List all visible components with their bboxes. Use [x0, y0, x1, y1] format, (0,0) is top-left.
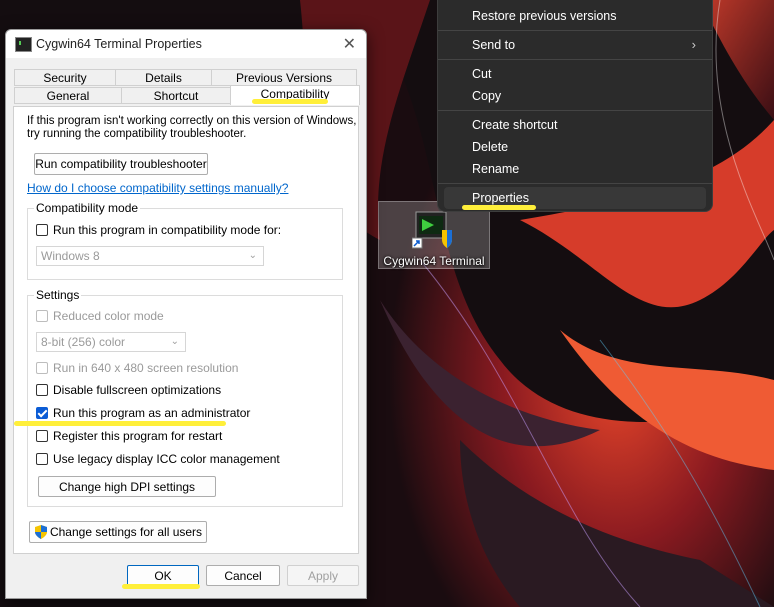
menu-item-rename[interactable]: Rename	[444, 158, 706, 180]
res-640-checkbox[interactable]	[36, 362, 48, 374]
highlight-marker	[252, 99, 328, 104]
tab-details[interactable]: Details	[115, 69, 212, 86]
menu-item-send-to[interactable]: Send to ›	[444, 34, 706, 56]
highlight-marker	[122, 584, 200, 589]
run-as-admin-label: Run this program as an administrator	[53, 406, 251, 420]
properties-dialog: Cygwin64 Terminal Properties ✕ Security …	[5, 29, 367, 599]
settings-title: Settings	[34, 288, 82, 302]
change-dpi-button[interactable]: Change high DPI settings	[38, 476, 216, 497]
highlight-marker	[462, 205, 536, 210]
reduced-color-label: Reduced color mode	[53, 309, 164, 323]
compatibility-tab-panel: If this program isn't working correctly …	[13, 106, 359, 554]
chevron-down-icon: ⌄	[248, 250, 257, 261]
change-all-users-button[interactable]: Change settings for all users	[29, 521, 207, 543]
menu-item-restore-previous-versions[interactable]: Restore previous versions	[444, 5, 706, 27]
compat-mode-label: Run this program in compatibility mode f…	[53, 223, 282, 237]
dialog-titlebar[interactable]: Cygwin64 Terminal Properties ✕	[6, 30, 366, 58]
uac-shield-icon	[34, 525, 47, 539]
menu-separator	[438, 59, 712, 60]
help-link[interactable]: How do I choose compatibility settings m…	[27, 181, 288, 195]
menu-separator	[438, 183, 712, 184]
run-troubleshooter-button[interactable]: Run compatibility troubleshooter	[34, 153, 208, 175]
menu-item-copy[interactable]: Copy	[444, 85, 706, 107]
compat-mode-checkbox[interactable]	[36, 224, 48, 236]
ok-button[interactable]: OK	[127, 565, 199, 586]
color-depth-value: 8-bit (256) color	[41, 335, 126, 349]
compatibility-mode-title: Compatibility mode	[34, 201, 141, 215]
run-as-admin-checkbox[interactable]	[36, 407, 48, 419]
intro-text-line1: If this program isn't working correctly …	[27, 115, 357, 127]
dialog-title: Cygwin64 Terminal Properties	[36, 37, 202, 51]
legacy-icc-label: Use legacy display ICC color management	[53, 452, 280, 466]
menu-item-create-shortcut[interactable]: Create shortcut	[444, 114, 706, 136]
menu-item-cut[interactable]: Cut	[444, 63, 706, 85]
disable-fullscreen-checkbox[interactable]	[36, 384, 48, 396]
compatibility-mode-group	[27, 208, 343, 280]
chevron-right-icon: ›	[691, 37, 696, 52]
cancel-button[interactable]: Cancel	[206, 565, 280, 586]
menu-item-delete[interactable]: Delete	[444, 136, 706, 158]
tab-security[interactable]: Security	[14, 69, 116, 86]
tab-general[interactable]: General	[14, 87, 122, 104]
close-icon[interactable]: ✕	[343, 34, 356, 54]
color-depth-select[interactable]: 8-bit (256) color ⌄	[36, 332, 186, 352]
highlight-marker	[14, 421, 226, 426]
compat-os-select[interactable]: Windows 8 ⌄	[36, 246, 264, 266]
menu-separator	[438, 110, 712, 111]
desktop-icon-label: Cygwin64 Terminal	[383, 254, 485, 268]
reduced-color-checkbox[interactable]	[36, 310, 48, 322]
legacy-icc-checkbox[interactable]	[36, 453, 48, 465]
terminal-shortcut-icon	[412, 211, 452, 249]
tab-previous-versions[interactable]: Previous Versions	[211, 69, 357, 86]
res-640-label: Run in 640 x 480 screen resolution	[53, 361, 239, 375]
compat-os-value: Windows 8	[41, 249, 100, 263]
apply-button[interactable]: Apply	[287, 565, 359, 586]
menu-separator	[438, 30, 712, 31]
terminal-app-icon	[15, 37, 32, 52]
disable-fullscreen-label: Disable fullscreen optimizations	[53, 383, 222, 397]
tab-shortcut[interactable]: Shortcut	[121, 87, 231, 104]
register-restart-checkbox[interactable]	[36, 430, 48, 442]
change-all-users-label: Change settings for all users	[49, 525, 203, 539]
intro-text-line2: try running the compatibility troublesho…	[27, 128, 247, 140]
register-restart-label: Register this program for restart	[53, 429, 223, 443]
chevron-down-icon: ⌄	[170, 336, 179, 347]
context-menu: Restore previous versions Send to › Cut C…	[437, 0, 713, 212]
